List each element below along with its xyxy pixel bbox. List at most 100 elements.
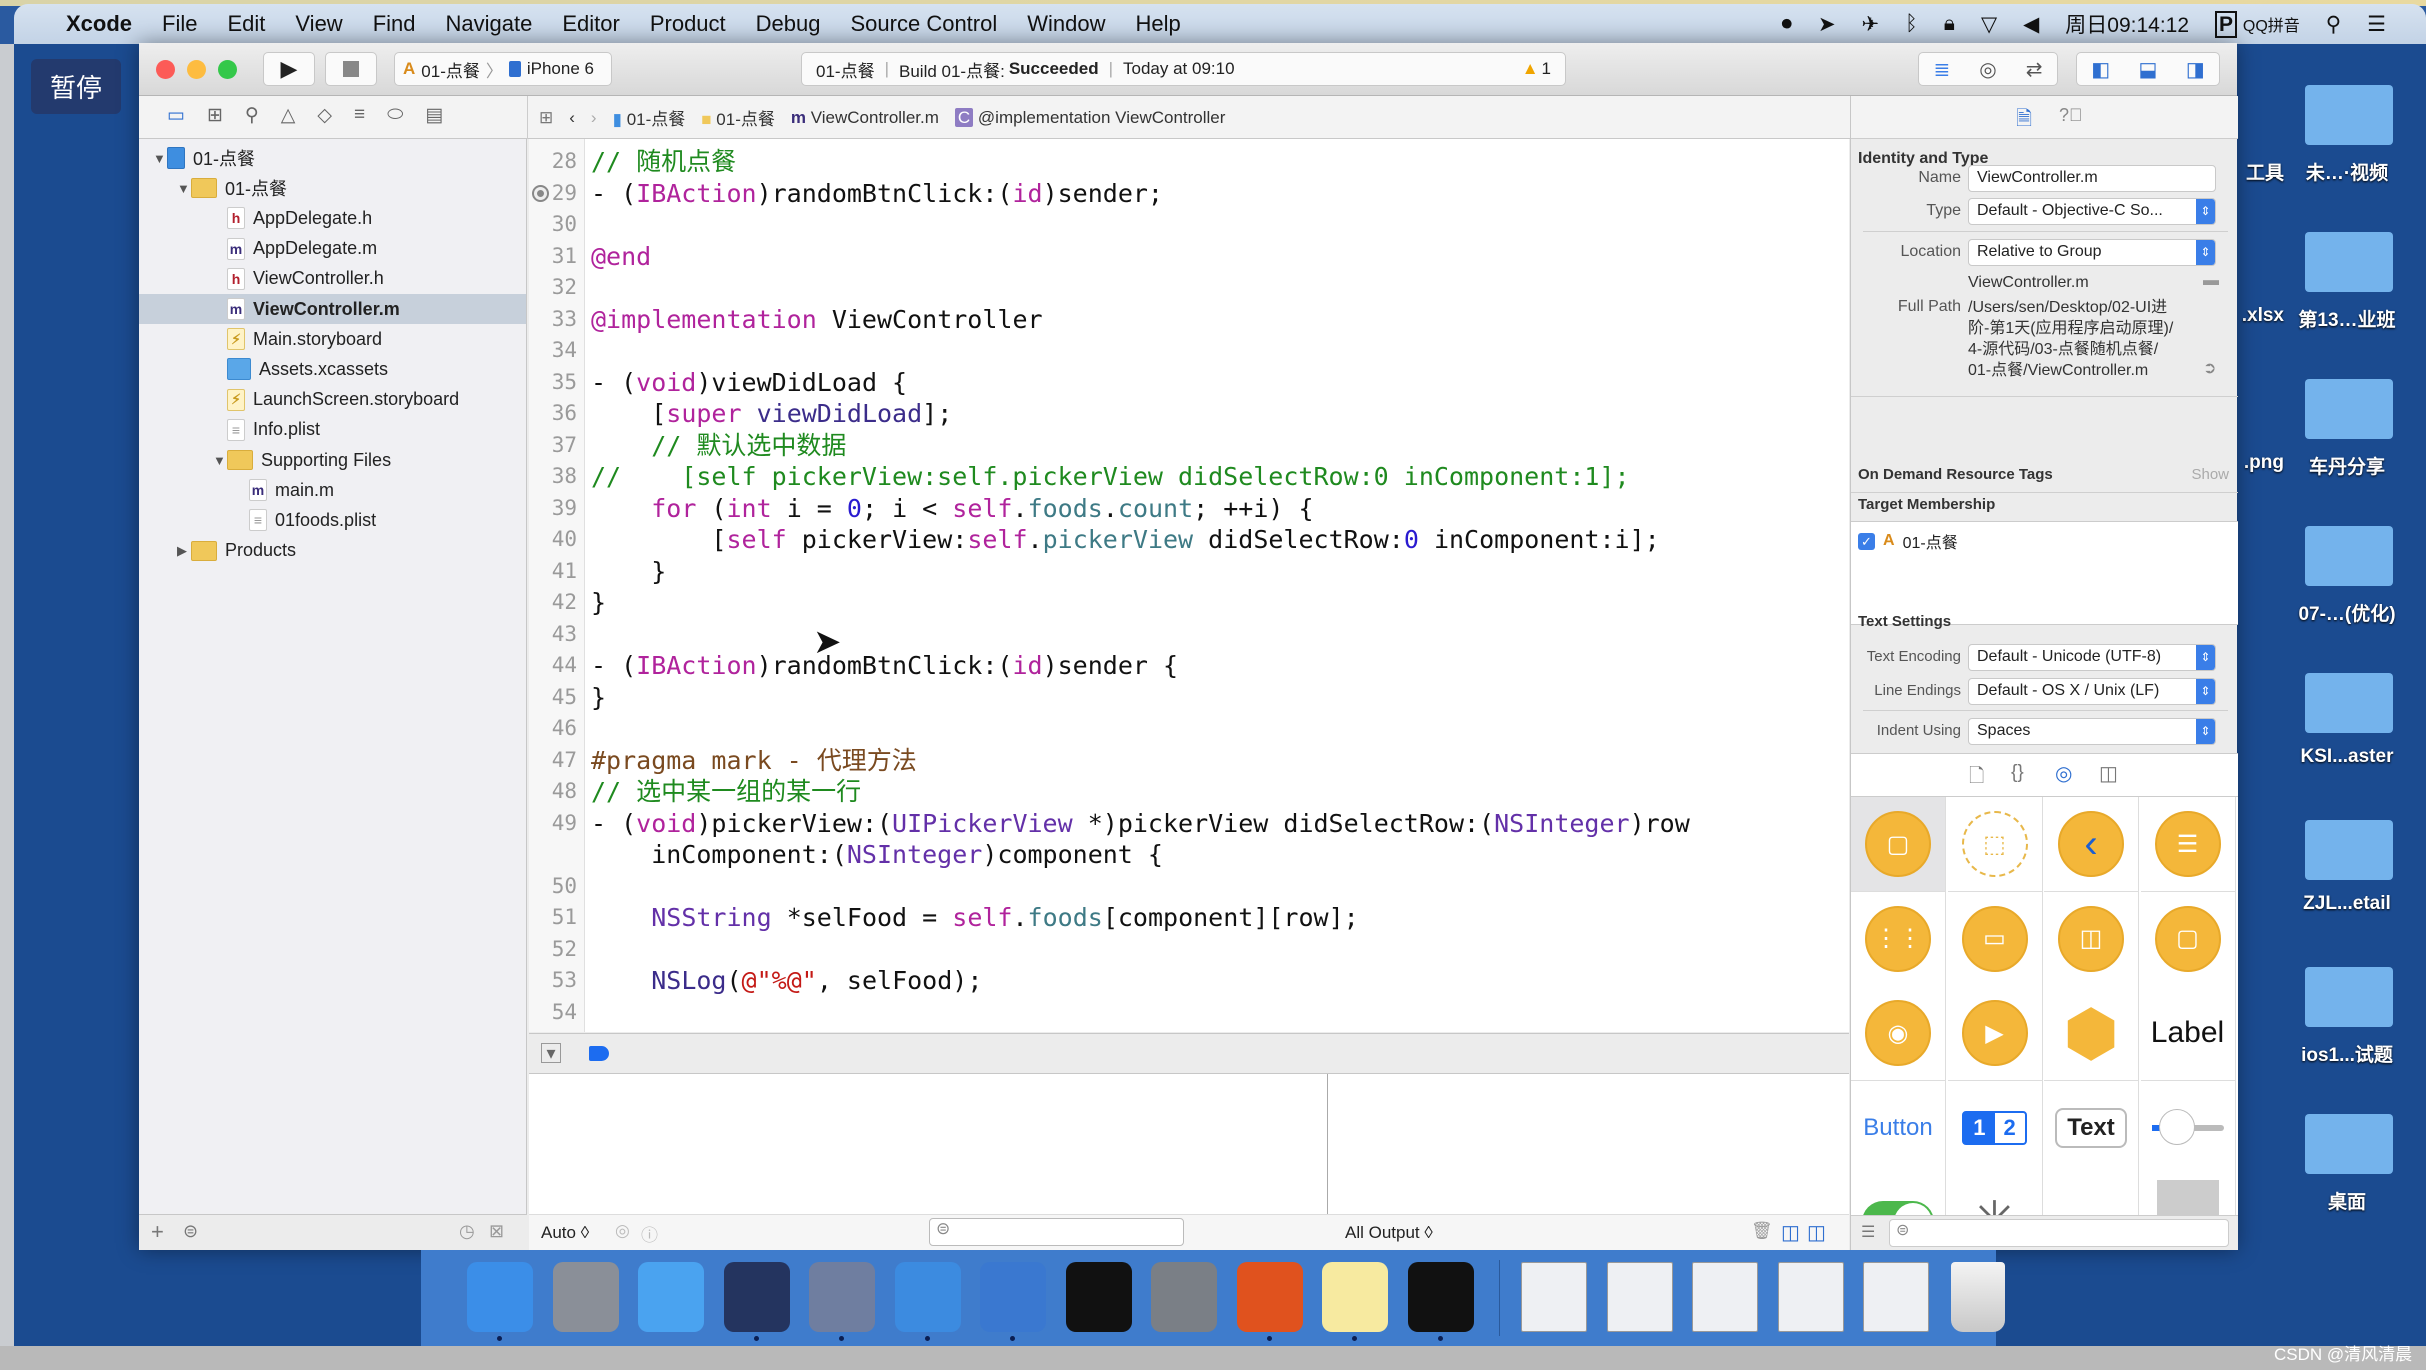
minimized-window-5-icon[interactable] [1863,1262,1929,1332]
code-line[interactable]: 46 [529,713,1849,744]
file-inspector-tab-icon[interactable]: 🗎︎ [2016,104,2032,138]
test-navigator-icon[interactable]: ◇ [317,104,332,127]
debug-navigator-icon[interactable]: ≡ [354,104,365,127]
scheme-selector[interactable]: A 01-点餐 〉 iPhone 6 [394,52,612,86]
breakpoints-toggle-icon[interactable] [589,1046,609,1061]
navigator-item[interactable]: m main.m [139,475,526,505]
desktop-folder-label[interactable]: 第13…业班 [2272,305,2422,332]
quick-help-tab-icon[interactable]: ?⃝ [2059,105,2083,126]
terminal-icon[interactable] [1065,1262,1132,1332]
code-line[interactable]: 37 // 默认选中数据 [529,430,1849,461]
add-icon[interactable]: + [151,1219,164,1245]
library-item-view-controller[interactable]: ▢ [1851,797,1946,892]
list-view-icon[interactable]: ☰ [1861,1222,1875,1242]
code-line[interactable]: 33 @implementation ViewController [529,304,1849,335]
navigator-item[interactable]: ⚡︎ Main.storyboard [139,324,526,354]
toggle-debug-area-icon[interactable]: ⬓ [2139,57,2158,82]
text-encoding-select[interactable]: Default - Unicode (UTF-8) ⇕ [1968,644,2216,671]
find-navigator-icon[interactable]: ⚲ [245,104,259,127]
pause-badge[interactable]: 暂停 [31,59,121,114]
code-line[interactable]: 38 // [self pickerView:self.pickerView di… [529,461,1849,492]
menu-help[interactable]: Help [1136,11,1181,37]
navigator-item[interactable]: h AppDelegate.h [139,203,526,233]
library-item-navigation-controller[interactable]: ‹ [2044,797,2139,892]
minimized-window-4-icon[interactable] [1777,1262,1844,1332]
library-item-glkit-view-controller[interactable]: ◉ [1851,986,1946,1081]
line-number[interactable]: 37 [529,430,577,461]
volume-icon[interactable]: ◀ [2023,12,2039,37]
output-mode-select[interactable]: All Output ◊ [1345,1223,1433,1243]
file-template-library-icon[interactable]: 🗋︎ [1969,762,1984,794]
version-editor-icon[interactable]: ⇄ [2026,57,2043,82]
desktop-folder-label[interactable]: 07-…(优化) [2272,599,2422,626]
breakpoint-icon[interactable] [532,184,549,202]
code-line[interactable]: 42} [529,587,1849,618]
notes-icon[interactable] [1322,1262,1388,1332]
related-items-icon[interactable]: ⊞ [539,108,553,128]
symbol-navigator-icon[interactable]: ⊞ [207,104,223,127]
code-line[interactable]: 44 - (IBAction)randomBtnClick:(id)sender … [529,650,1849,681]
notification-center-icon[interactable]: ☰ [2367,12,2386,37]
minimize-button[interactable] [187,60,206,79]
object-library-icon[interactable]: ◎ [2055,761,2072,786]
navigator-item[interactable]: ▶ Products [139,536,526,566]
show-console-icon[interactable]: ◫ [1807,1220,1826,1245]
code-line[interactable]: 47 #pragma mark - 代理方法 [529,745,1849,776]
library-item-avkit-player-view-controller[interactable]: ▶ [1947,986,2043,1081]
menu-view[interactable]: View [295,11,342,37]
variables-mode-select[interactable]: Auto ◊ [541,1223,589,1243]
exec-terminal-icon[interactable] [1407,1262,1474,1332]
jump-symbol[interactable]: C @implementation ViewController [954,107,1225,128]
library-item-segmented-control[interactable]: 12 [1947,1080,2043,1176]
toggle-utilities-icon[interactable]: ◨ [2186,57,2205,82]
clock[interactable]: 周日09:14:12 [2065,9,2189,39]
library-filter-input[interactable]: ⊜ [1889,1219,2229,1247]
zoom-button[interactable] [218,60,237,79]
menu-product[interactable]: Product [650,11,726,37]
library-item-object[interactable]: ⬢ [2044,986,2139,1081]
code-line[interactable]: 49 - (void)pickerView:(UIPickerView *)pic… [529,808,1849,839]
reveal-in-finder-icon[interactable]: ➲ [2203,358,2216,378]
code-line[interactable]: 28 // 随机点餐 [529,146,1849,177]
code-line[interactable]: 35 - (void)viewDidLoad { [529,367,1849,398]
line-number[interactable]: 33 [529,304,577,335]
xcode-icon[interactable] [894,1262,961,1332]
disclosure-triangle-icon[interactable]: ▼ [177,181,191,196]
library-item-switch[interactable] [1851,1175,1946,1215]
navigator-item[interactable]: ⚡︎ LaunchScreen.storyboard [139,385,526,415]
desktop-folder-icon[interactable] [2305,820,2393,880]
library-item-tab-bar-controller[interactable]: ▭ [1947,891,2043,987]
disclosure-triangle-icon[interactable]: ▼ [153,151,167,166]
assistant-editor-icon[interactable]: ◎ [1979,57,1996,82]
menu-app-name[interactable]: Xcode [66,11,132,37]
line-number[interactable]: 31 [529,241,577,272]
library-item-button[interactable]: Button [1851,1080,1946,1176]
code-line[interactable]: 48 // 选中某一组的某一行 [529,776,1849,807]
minimized-window-2-icon[interactable] [1606,1262,1673,1332]
menu-source-control[interactable]: Source Control [851,11,998,37]
code-line[interactable]: 36 [super viewDidLoad]; [529,398,1849,429]
minimized-window-1-icon[interactable] [1521,1262,1587,1332]
variables-view[interactable] [529,1074,1327,1214]
finder-icon[interactable] [467,1262,533,1332]
navigator-item[interactable]: ▼ 01-点餐 [139,173,526,203]
code-line[interactable]: 45} [529,682,1849,713]
line-number[interactable]: 49 [529,808,577,839]
disclosure-triangle-icon[interactable]: ▼ [213,453,227,468]
show-tags-button[interactable]: Show [2191,466,2229,483]
standard-editor-icon[interactable]: ≣ [1934,57,1951,82]
desktop-folder-label[interactable]: KSI...aster [2272,746,2422,768]
navigator-item[interactable]: Assets.xcassets [139,354,526,384]
location-icon[interactable]: ➤ [1818,12,1836,37]
code-line[interactable]: 51 NSString *selFood = self.foods[compon… [529,902,1849,933]
instruments-icon[interactable] [980,1262,1046,1332]
line-number[interactable]: 45 [529,682,577,713]
library-item-label[interactable]: Label [2140,986,2236,1081]
code-line[interactable]: 43 [529,619,1849,650]
line-number[interactable]: 35 [529,367,577,398]
location-select[interactable]: Relative to Group ⇕ [1968,239,2216,266]
library-item-text-field[interactable]: Text [2044,1080,2139,1176]
mouse-app-icon[interactable] [723,1262,790,1332]
line-number[interactable]: 52 [529,934,577,965]
navigator-item[interactable]: ≡ Info.plist [139,415,526,445]
